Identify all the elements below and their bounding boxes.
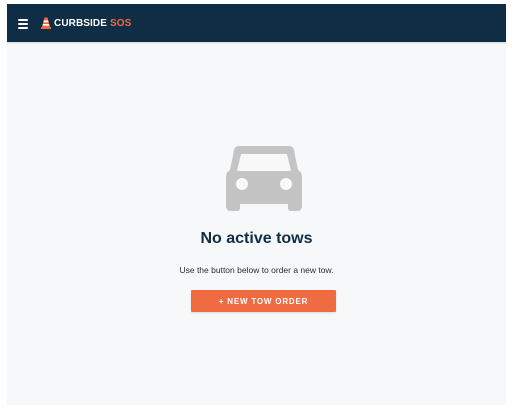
brand-name: CURBSIDE xyxy=(54,17,108,29)
empty-state-title: No active tows xyxy=(200,230,313,247)
empty-state-subtitle: Use the button below to order a new tow. xyxy=(179,265,334,275)
menu-line xyxy=(18,27,28,29)
car-icon xyxy=(226,146,302,211)
brand-name-accent: SOS xyxy=(110,17,132,29)
app-window: CURBSIDE SOS No active tows Use the butt… xyxy=(7,4,506,405)
menu-line xyxy=(18,19,28,21)
menu-line xyxy=(18,23,28,25)
top-app-bar: CURBSIDE SOS xyxy=(7,4,506,42)
brand-logo[interactable]: CURBSIDE SOS xyxy=(41,15,131,31)
hamburger-menu-icon[interactable] xyxy=(15,13,35,33)
traffic-cone-icon xyxy=(41,17,51,29)
new-tow-order-button[interactable]: + NEW TOW ORDER xyxy=(191,290,336,312)
